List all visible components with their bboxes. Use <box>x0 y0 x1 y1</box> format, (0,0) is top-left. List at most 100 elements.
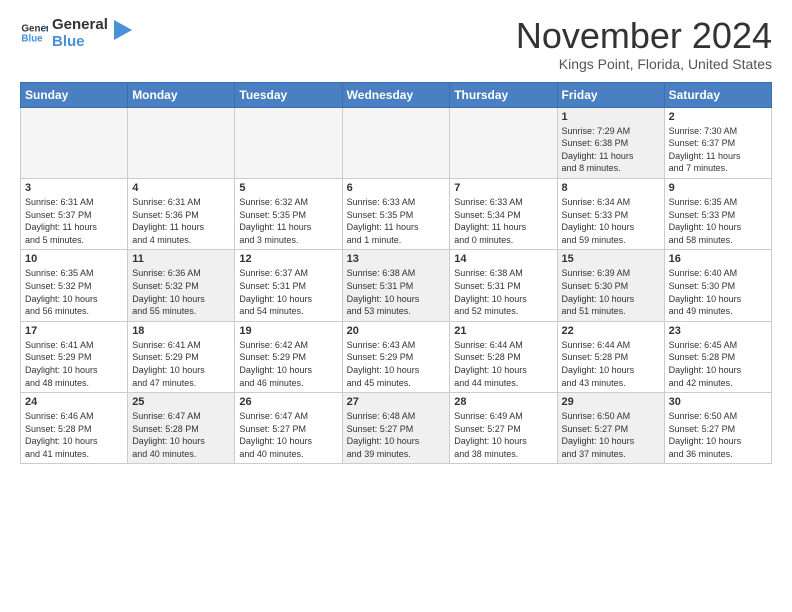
day-number: 15 <box>562 253 660 265</box>
calendar-cell: 22 Sunrise: 6:44 AM Sunset: 5:28 PM Dayli… <box>557 321 664 392</box>
day-info: Sunrise: 6:35 AM Sunset: 5:32 PM Dayligh… <box>25 267 123 317</box>
calendar-cell: 25Sunrise: 6:47 AM Sunset: 5:28 PM Dayli… <box>128 393 235 464</box>
calendar-week-row: 17 Sunrise: 6:41 AM Sunset: 5:29 PM Dayli… <box>21 321 772 392</box>
logo-blue: Blue <box>52 33 108 50</box>
day-number: 6 <box>347 182 446 194</box>
day-info: Sunrise: 6:43 AM Sunset: 5:29 PM Dayligh… <box>347 339 446 389</box>
calendar-cell: 15 Sunrise: 6:39 AM Sunset: 5:30 PM Dayli… <box>557 250 664 321</box>
calendar-cell: 14 Sunrise: 6:38 AM Sunset: 5:31 PM Dayli… <box>450 250 557 321</box>
day-number: 16 <box>669 253 767 265</box>
day-info: Sunrise: 6:45 AM Sunset: 5:28 PM Dayligh… <box>669 339 767 389</box>
calendar-cell: 9Sunrise: 6:35 AM Sunset: 5:33 PM Daylig… <box>664 178 771 249</box>
weekday-header: Thursday <box>450 82 557 107</box>
day-info: Sunrise: 6:44 AM Sunset: 5:28 PM Dayligh… <box>562 339 660 389</box>
day-info: Sunrise: 6:44 AM Sunset: 5:28 PM Dayligh… <box>454 339 552 389</box>
calendar-cell: 8 Sunrise: 6:34 AM Sunset: 5:33 PM Daylig… <box>557 178 664 249</box>
calendar-cell: 10 Sunrise: 6:35 AM Sunset: 5:32 PM Dayli… <box>21 250 128 321</box>
day-number: 29 <box>562 396 660 408</box>
day-number: 14 <box>454 253 552 265</box>
calendar-cell <box>21 107 128 178</box>
calendar-cell: 30Sunrise: 6:50 AM Sunset: 5:27 PM Dayli… <box>664 393 771 464</box>
day-number: 1 <box>562 111 660 123</box>
calendar-cell: 29 Sunrise: 6:50 AM Sunset: 5:27 PM Dayli… <box>557 393 664 464</box>
logo-arrow-icon <box>114 20 132 42</box>
calendar-cell: 6 Sunrise: 6:33 AM Sunset: 5:35 PM Daylig… <box>342 178 450 249</box>
day-info: Sunrise: 6:37 AM Sunset: 5:31 PM Dayligh… <box>239 267 337 317</box>
title-block: November 2024 Kings Point, Florida, Unit… <box>516 16 772 72</box>
calendar-cell: 16 Sunrise: 6:40 AM Sunset: 5:30 PM Dayli… <box>664 250 771 321</box>
calendar-cell <box>128 107 235 178</box>
day-number: 3 <box>25 182 123 194</box>
calendar-cell: 11 Sunrise: 6:36 AM Sunset: 5:32 PM Dayli… <box>128 250 235 321</box>
day-number: 30 <box>669 396 767 408</box>
calendar-table: SundayMondayTuesdayWednesdayThursdayFrid… <box>20 82 772 465</box>
day-info: Sunrise: 6:36 AM Sunset: 5:32 PM Dayligh… <box>132 267 230 317</box>
day-number: 21 <box>454 325 552 337</box>
day-info: Sunrise: 6:49 AM Sunset: 5:27 PM Dayligh… <box>454 410 552 460</box>
day-info: Sunrise: 7:29 AM Sunset: 6:38 PM Dayligh… <box>562 125 660 175</box>
day-number: 12 <box>239 253 337 265</box>
day-info: Sunrise: 7:30 AM Sunset: 6:37 PM Dayligh… <box>669 125 767 175</box>
logo-general: General <box>52 16 108 33</box>
day-info: Sunrise: 6:50 AM Sunset: 5:27 PM Dayligh… <box>562 410 660 460</box>
logo-icon: General Blue <box>20 19 48 47</box>
day-info: Sunrise: 6:31 AM Sunset: 5:37 PM Dayligh… <box>25 196 123 246</box>
weekday-header: Wednesday <box>342 82 450 107</box>
day-number: 25 <box>132 396 230 408</box>
day-info: Sunrise: 6:41 AM Sunset: 5:29 PM Dayligh… <box>132 339 230 389</box>
svg-text:Blue: Blue <box>21 34 43 45</box>
location: Kings Point, Florida, United States <box>516 56 772 72</box>
day-number: 4 <box>132 182 230 194</box>
month-year: November 2024 <box>516 16 772 56</box>
weekday-header: Tuesday <box>235 82 342 107</box>
calendar-week-row: 3 Sunrise: 6:31 AM Sunset: 5:37 PM Daylig… <box>21 178 772 249</box>
day-number: 13 <box>347 253 446 265</box>
calendar-cell: 18 Sunrise: 6:41 AM Sunset: 5:29 PM Dayli… <box>128 321 235 392</box>
calendar-cell: 19Sunrise: 6:42 AM Sunset: 5:29 PM Dayli… <box>235 321 342 392</box>
weekday-header: Sunday <box>21 82 128 107</box>
day-info: Sunrise: 6:34 AM Sunset: 5:33 PM Dayligh… <box>562 196 660 246</box>
day-number: 10 <box>25 253 123 265</box>
calendar-cell: 17 Sunrise: 6:41 AM Sunset: 5:29 PM Dayli… <box>21 321 128 392</box>
day-info: Sunrise: 6:47 AM Sunset: 5:27 PM Dayligh… <box>239 410 337 460</box>
day-info: Sunrise: 6:40 AM Sunset: 5:30 PM Dayligh… <box>669 267 767 317</box>
day-info: Sunrise: 6:31 AM Sunset: 5:36 PM Dayligh… <box>132 196 230 246</box>
day-number: 23 <box>669 325 767 337</box>
calendar-cell: 13 Sunrise: 6:38 AM Sunset: 5:31 PM Dayli… <box>342 250 450 321</box>
calendar-week-row: 24Sunrise: 6:46 AM Sunset: 5:28 PM Dayli… <box>21 393 772 464</box>
calendar-cell: 26Sunrise: 6:47 AM Sunset: 5:27 PM Dayli… <box>235 393 342 464</box>
calendar-cell: 3 Sunrise: 6:31 AM Sunset: 5:37 PM Daylig… <box>21 178 128 249</box>
day-number: 2 <box>669 111 767 123</box>
calendar-cell: 4 Sunrise: 6:31 AM Sunset: 5:36 PM Daylig… <box>128 178 235 249</box>
day-info: Sunrise: 6:33 AM Sunset: 5:35 PM Dayligh… <box>347 196 446 246</box>
calendar-cell <box>235 107 342 178</box>
day-number: 20 <box>347 325 446 337</box>
calendar-cell: 28 Sunrise: 6:49 AM Sunset: 5:27 PM Dayli… <box>450 393 557 464</box>
weekday-header: Friday <box>557 82 664 107</box>
day-number: 8 <box>562 182 660 194</box>
day-info: Sunrise: 6:32 AM Sunset: 5:35 PM Dayligh… <box>239 196 337 246</box>
calendar-cell: 2 Sunrise: 7:30 AM Sunset: 6:37 PM Daylig… <box>664 107 771 178</box>
day-info: Sunrise: 6:38 AM Sunset: 5:31 PM Dayligh… <box>454 267 552 317</box>
day-number: 9 <box>669 182 767 194</box>
day-number: 11 <box>132 253 230 265</box>
day-number: 17 <box>25 325 123 337</box>
calendar-cell: 1 Sunrise: 7:29 AM Sunset: 6:38 PM Daylig… <box>557 107 664 178</box>
calendar-cell: 5 Sunrise: 6:32 AM Sunset: 5:35 PM Daylig… <box>235 178 342 249</box>
weekday-header: Saturday <box>664 82 771 107</box>
day-number: 5 <box>239 182 337 194</box>
day-info: Sunrise: 6:38 AM Sunset: 5:31 PM Dayligh… <box>347 267 446 317</box>
day-number: 28 <box>454 396 552 408</box>
calendar-cell: 27Sunrise: 6:48 AM Sunset: 5:27 PM Dayli… <box>342 393 450 464</box>
day-info: Sunrise: 6:33 AM Sunset: 5:34 PM Dayligh… <box>454 196 552 246</box>
day-info: Sunrise: 6:41 AM Sunset: 5:29 PM Dayligh… <box>25 339 123 389</box>
calendar-cell: 20 Sunrise: 6:43 AM Sunset: 5:29 PM Dayli… <box>342 321 450 392</box>
day-number: 18 <box>132 325 230 337</box>
calendar-cell <box>450 107 557 178</box>
day-number: 22 <box>562 325 660 337</box>
day-number: 27 <box>347 396 446 408</box>
header: General Blue General Blue November 2024 … <box>20 16 772 72</box>
day-info: Sunrise: 6:39 AM Sunset: 5:30 PM Dayligh… <box>562 267 660 317</box>
calendar-cell: 12 Sunrise: 6:37 AM Sunset: 5:31 PM Dayli… <box>235 250 342 321</box>
day-info: Sunrise: 6:42 AM Sunset: 5:29 PM Dayligh… <box>239 339 337 389</box>
